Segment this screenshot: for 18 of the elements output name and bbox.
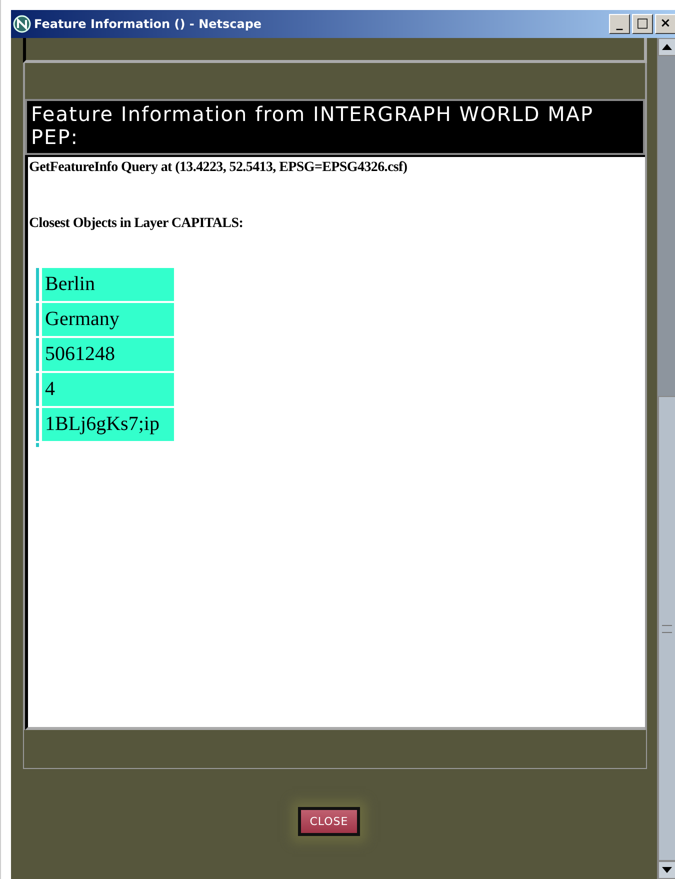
- table-cell: Germany: [42, 303, 174, 336]
- layer-title: Closest Objects in Layer CAPITALS:: [28, 215, 244, 232]
- scroll-up-button[interactable]: [658, 38, 675, 56]
- scrollbar[interactable]: [657, 38, 675, 879]
- close-button[interactable]: CLOSE: [298, 807, 360, 836]
- close-button[interactable]: ×: [655, 14, 675, 34]
- minimize-button[interactable]: _: [609, 14, 630, 34]
- table-cell: Berlin: [42, 268, 174, 301]
- up-arrow-icon: [662, 44, 672, 50]
- heading-text: Feature Information from INTERGRAPH WORLD MAP PEP:: [25, 99, 645, 155]
- maximize-button[interactable]: □: [632, 14, 653, 34]
- table-cell: 4: [42, 373, 174, 406]
- window-title: Feature Information () - Netscape: [34, 17, 263, 31]
- table-cell: 5061248: [42, 338, 174, 371]
- scroll-down-button[interactable]: [658, 861, 675, 879]
- query-text: GetFeatureInfo Query at (13.4223, 52.5413, EPSG=EPSG4326.csf): [28, 159, 408, 176]
- down-arrow-icon: [662, 867, 672, 873]
- table-cell: 1BLj6gKs7;ip: [42, 408, 174, 441]
